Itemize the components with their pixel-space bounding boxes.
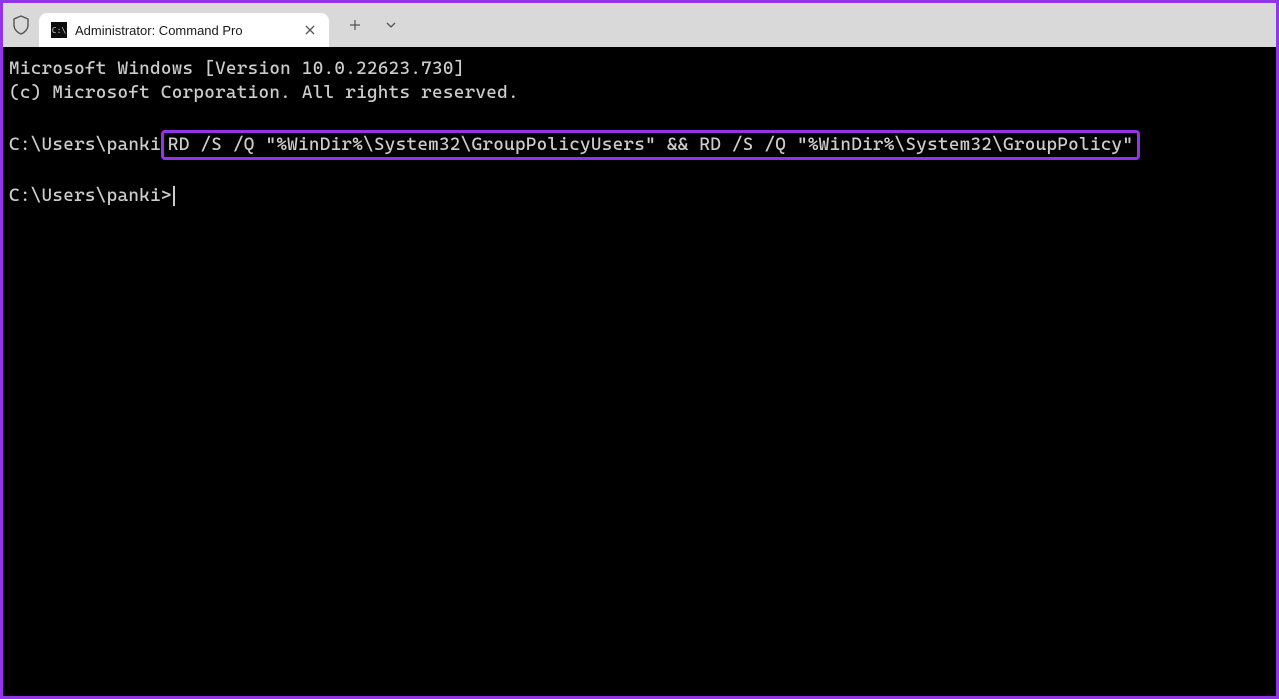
new-tab-button[interactable]: [337, 10, 373, 40]
terminal-output[interactable]: Microsoft Windows [Version 10.0.22623.73…: [3, 47, 1276, 218]
active-tab[interactable]: C:\ Administrator: Command Pro: [39, 13, 329, 47]
cursor: [173, 186, 175, 206]
prompt-prefix: C:\Users\panki: [9, 134, 161, 155]
close-icon[interactable]: [301, 21, 319, 39]
tab-actions: [337, 3, 409, 47]
tab-title: Administrator: Command Pro: [75, 23, 293, 38]
titlebar: C:\ Administrator: Command Pro: [3, 3, 1276, 47]
command-line-2: C:\Users\panki>: [9, 184, 1270, 208]
version-line: Microsoft Windows [Version 10.0.22623.73…: [9, 57, 1270, 81]
highlighted-command: RD /S /Q "%WinDir%\System32\GroupPolicyU…: [161, 130, 1140, 160]
prompt: C:\Users\panki>: [9, 185, 172, 206]
cmd-icon: C:\: [51, 22, 67, 38]
tab-dropdown-button[interactable]: [373, 10, 409, 40]
copyright-line: (c) Microsoft Corporation. All rights re…: [9, 81, 1270, 105]
command-line-1: C:\Users\pankiRD /S /Q "%WinDir%\System3…: [9, 130, 1270, 160]
shield-icon: [11, 14, 31, 36]
